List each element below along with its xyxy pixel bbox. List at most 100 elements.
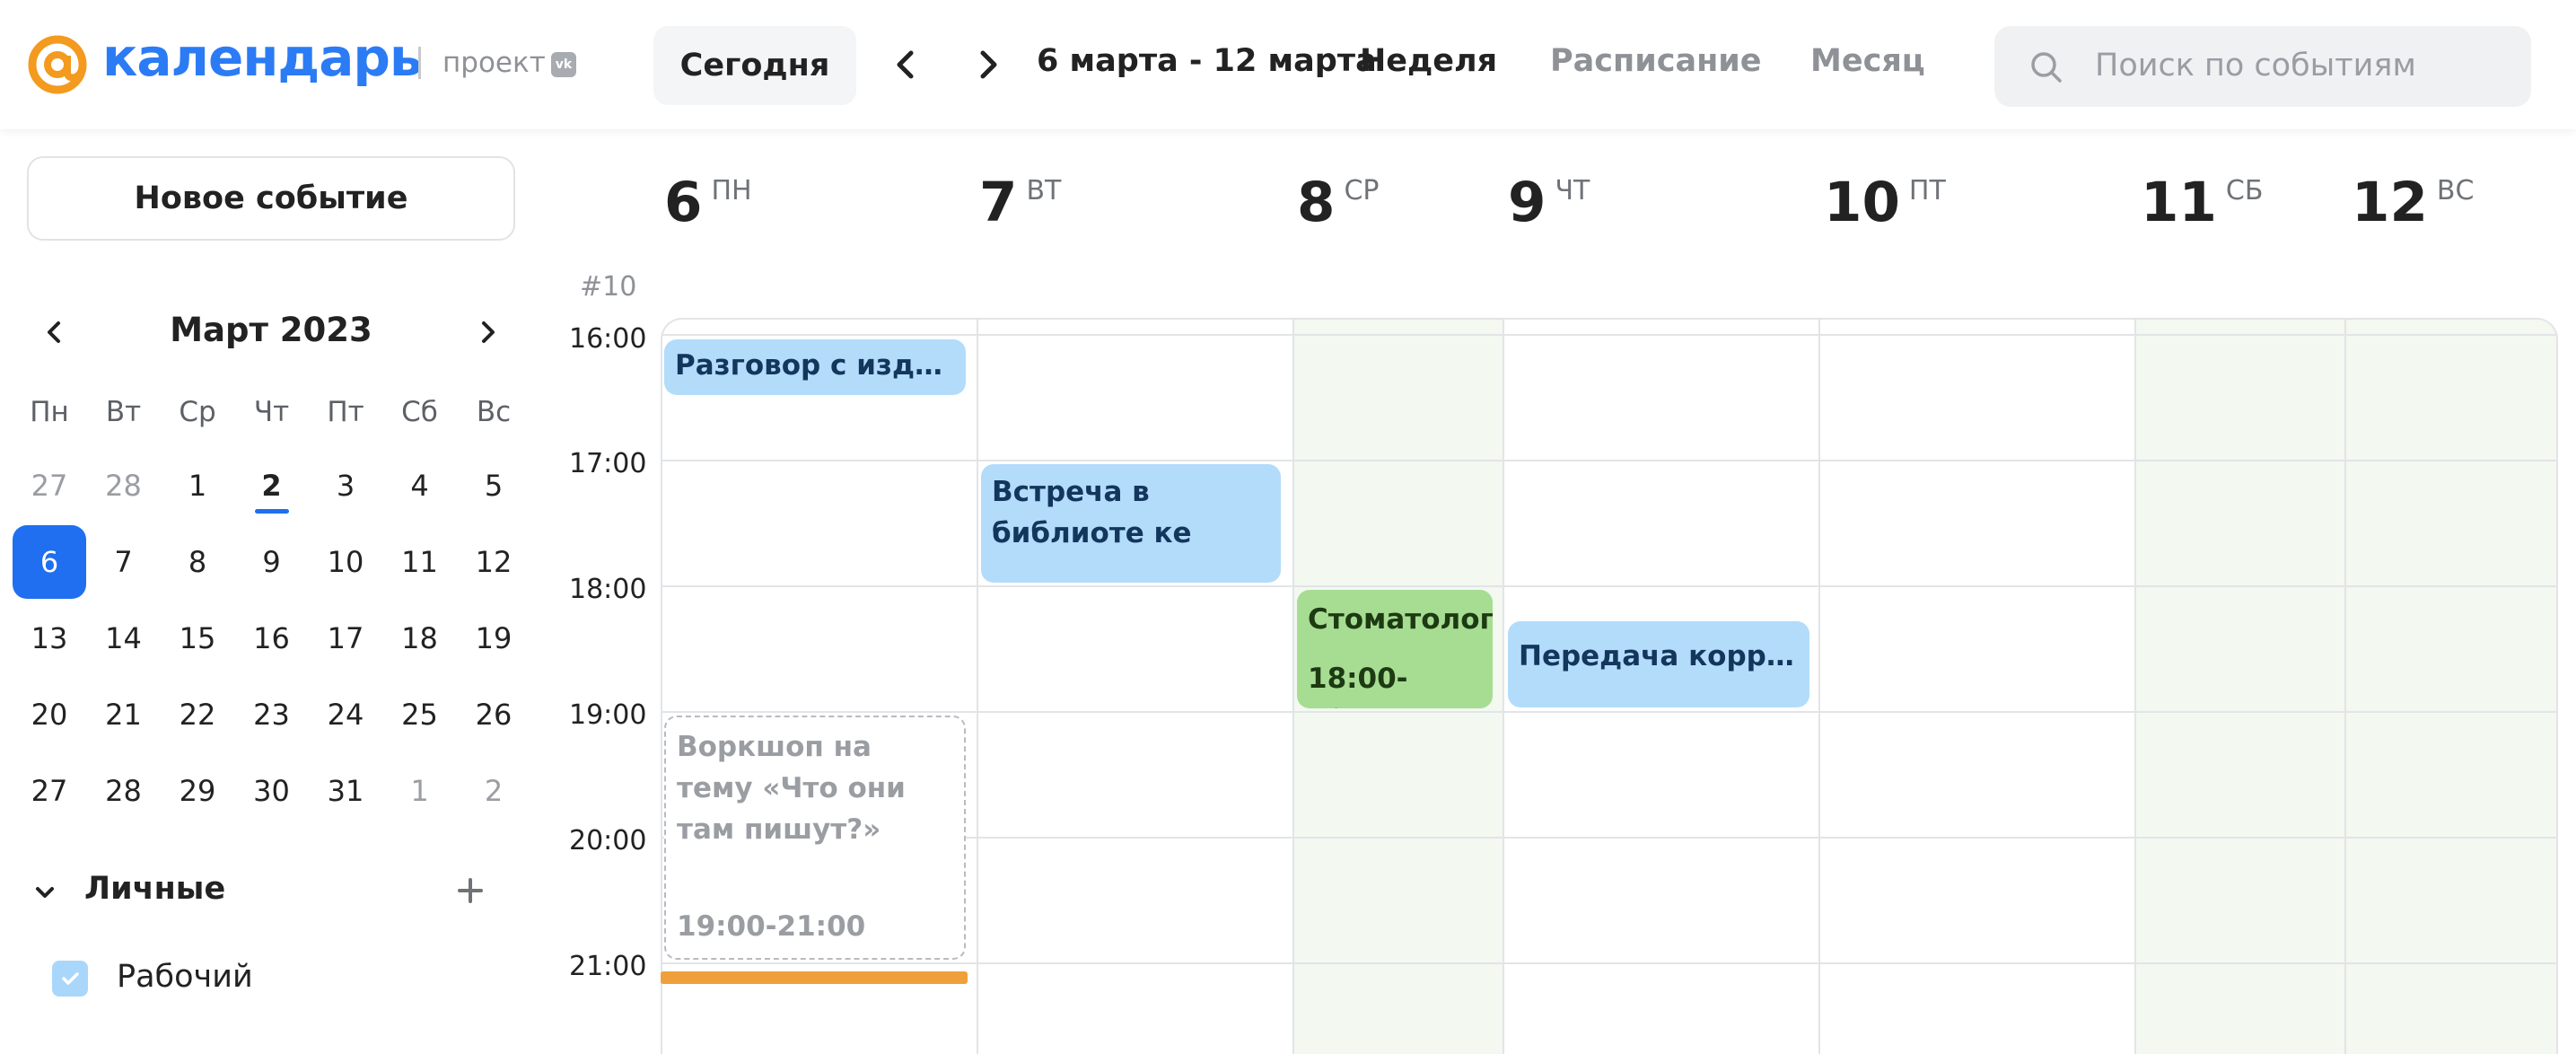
mini-day-number: 14 xyxy=(105,621,142,655)
day-header-thu[interactable]: 9 ЧТ xyxy=(1508,171,1590,234)
mini-prev-chevron-icon[interactable] xyxy=(34,312,74,352)
mini-day-number: 22 xyxy=(179,698,216,732)
mini-day-cell[interactable]: 30 xyxy=(235,754,309,828)
mini-day-cell[interactable]: 23 xyxy=(235,678,309,751)
day-header-fri[interactable]: 10 ПТ xyxy=(1824,171,1946,234)
day-number: 8 xyxy=(1297,171,1336,234)
mini-day-number: 3 xyxy=(336,469,355,503)
tab-schedule[interactable]: Расписание xyxy=(1550,43,1762,79)
top-bar: календарь проект vk Сегодня 6 марта - 12… xyxy=(0,0,2576,129)
add-calendar-plus-icon[interactable] xyxy=(452,873,488,909)
event-dentist[interactable]: Стоматолог 18:00-19:00 xyxy=(1297,590,1493,708)
event-proof-transfer[interactable]: Передача коррект... xyxy=(1508,621,1809,707)
day-column-tue[interactable] xyxy=(977,320,1294,1054)
mini-day-cell[interactable]: 12 xyxy=(457,525,530,599)
day-number: 9 xyxy=(1508,171,1546,234)
mini-day-number: 19 xyxy=(475,621,513,655)
mini-day-cell[interactable]: 28 xyxy=(87,449,161,523)
mini-day-cell[interactable]: 5 xyxy=(457,449,530,523)
mini-day-cell[interactable]: 27 xyxy=(13,449,86,523)
day-number: 6 xyxy=(664,171,703,234)
mini-next-chevron-icon[interactable] xyxy=(469,312,508,352)
day-column-fri[interactable] xyxy=(1818,320,2136,1054)
day-number: 10 xyxy=(1824,171,1900,234)
day-of-week: ЧТ xyxy=(1555,175,1590,206)
calendar-item-work[interactable]: Рабочий xyxy=(52,952,411,1000)
mini-day-number: 4 xyxy=(410,469,429,503)
new-event-button[interactable]: Новое событие xyxy=(27,156,515,241)
calendar-group-personal[interactable]: Личные xyxy=(31,865,488,919)
check-icon xyxy=(62,972,79,985)
day-header-mon[interactable]: 6 ПН xyxy=(664,171,752,234)
week-number: #10 xyxy=(580,271,637,303)
mini-day-cell[interactable]: 15 xyxy=(161,602,234,675)
day-header-sun[interactable]: 12 ВС xyxy=(2352,171,2475,234)
next-week-chevron-icon[interactable] xyxy=(960,38,1014,92)
mini-day-cell[interactable]: 16 xyxy=(235,602,309,675)
logo-text[interactable]: календарь xyxy=(102,27,423,88)
mini-day-cell[interactable]: 4 xyxy=(383,449,457,523)
mini-day-cell[interactable]: 7 xyxy=(87,525,161,599)
mini-day-cell[interactable]: 14 xyxy=(87,602,161,675)
mini-day-cell[interactable]: 6 xyxy=(13,525,86,599)
mini-day-cell[interactable]: 8 xyxy=(161,525,234,599)
today-button[interactable]: Сегодня xyxy=(653,26,856,105)
day-header-sat[interactable]: 11 СБ xyxy=(2141,171,2263,234)
mini-day-cell[interactable]: 27 xyxy=(13,754,86,828)
mini-day-number: 28 xyxy=(105,774,142,808)
mini-day-number: 17 xyxy=(327,621,364,655)
chevron-down-icon[interactable] xyxy=(31,878,59,907)
day-column-sun[interactable] xyxy=(2344,320,2556,1054)
event-library-meeting[interactable]: Встреча в библиоте ке xyxy=(981,464,1281,583)
mini-day-cell[interactable]: 2 xyxy=(235,449,309,523)
mini-day-cell[interactable]: 29 xyxy=(161,754,234,828)
mini-day-cell[interactable]: 3 xyxy=(309,449,382,523)
mini-day-cell[interactable]: 17 xyxy=(309,602,382,675)
mini-day-number: 21 xyxy=(105,698,142,732)
event-workshop[interactable]: Воркшоп на тему «Что они там пишут?» 19:… xyxy=(664,716,966,960)
mini-day-number: 31 xyxy=(327,774,364,808)
mini-day-cell[interactable]: 18 xyxy=(383,602,457,675)
day-of-week: ВТ xyxy=(1026,175,1062,206)
hour-line xyxy=(662,460,2556,461)
mini-day-cell[interactable]: 1 xyxy=(161,449,234,523)
mini-day-cell[interactable]: 9 xyxy=(235,525,309,599)
mini-day-cell[interactable]: 20 xyxy=(13,678,86,751)
mini-day-cell[interactable]: 2 xyxy=(457,754,530,828)
calendar-checkbox[interactable] xyxy=(52,961,88,997)
day-number: 11 xyxy=(2141,171,2217,234)
search-input[interactable]: Поиск по событиям xyxy=(2095,48,2416,83)
mini-day-cell[interactable]: 13 xyxy=(13,602,86,675)
event-title: Стоматолог xyxy=(1308,603,1493,636)
time-label: 19:00 xyxy=(569,699,647,731)
mini-day-cell[interactable]: 21 xyxy=(87,678,161,751)
day-column-sat[interactable] xyxy=(2134,320,2346,1054)
prev-week-chevron-icon[interactable] xyxy=(880,38,933,92)
mini-day-number: 5 xyxy=(484,469,504,503)
day-of-week: СР xyxy=(1344,175,1380,206)
mini-day-cell[interactable]: 10 xyxy=(309,525,382,599)
day-header-tue[interactable]: 7 ВТ xyxy=(979,171,1062,234)
mini-day-number: 7 xyxy=(114,545,133,579)
time-label: 18:00 xyxy=(569,574,647,605)
day-of-week: ВС xyxy=(2436,175,2475,206)
event-publisher-call[interactable]: Разговор с издател... xyxy=(664,339,966,395)
hour-line xyxy=(662,334,2556,336)
day-header-wed[interactable]: 8 СР xyxy=(1297,171,1380,234)
mini-weekday-label: Вс xyxy=(476,396,512,428)
hour-line xyxy=(662,585,2556,587)
tab-month[interactable]: Месяц xyxy=(1810,43,1925,79)
search-box[interactable]: Поиск по событиям xyxy=(1994,26,2531,107)
mini-day-cell[interactable]: 11 xyxy=(383,525,457,599)
mini-day-cell[interactable]: 22 xyxy=(161,678,234,751)
mini-day-cell[interactable]: 26 xyxy=(457,678,530,751)
mini-day-cell[interactable]: 24 xyxy=(309,678,382,751)
mini-day-cell[interactable]: 19 xyxy=(457,602,530,675)
mini-day-cell[interactable]: 31 xyxy=(309,754,382,828)
mini-day-cell[interactable]: 1 xyxy=(383,754,457,828)
event-time: 18:00-19:00 xyxy=(1308,663,1408,708)
mini-day-cell[interactable]: 25 xyxy=(383,678,457,751)
tab-week[interactable]: Неделя xyxy=(1360,43,1497,79)
event-title: Передача коррект... xyxy=(1519,640,1809,672)
mini-day-cell[interactable]: 28 xyxy=(87,754,161,828)
